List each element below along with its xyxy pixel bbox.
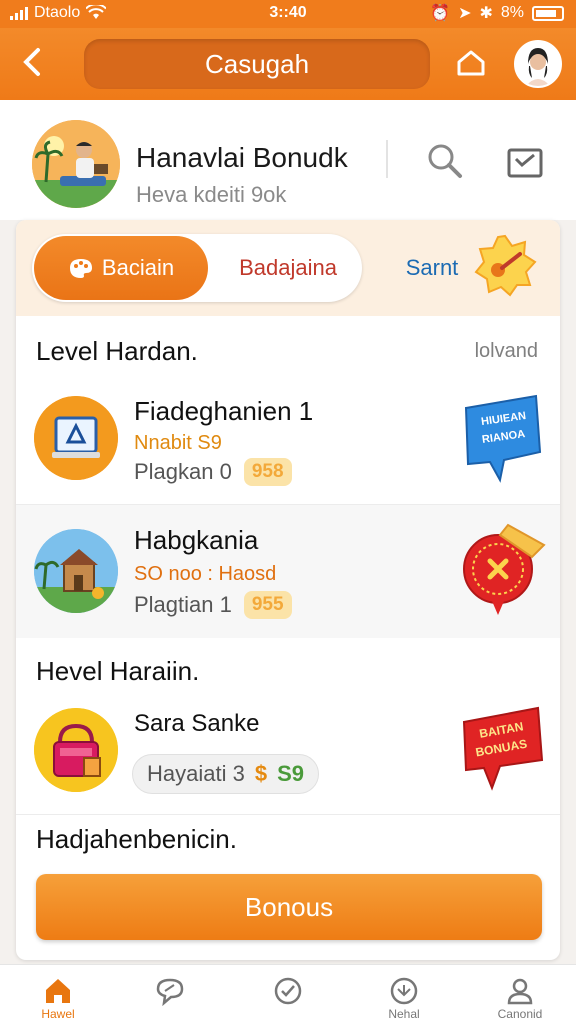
app-header: Casugah [0, 28, 576, 100]
profile-picture[interactable] [32, 120, 120, 208]
row-icon [34, 529, 118, 613]
user-avatar-image [516, 42, 560, 86]
money-value: S9 [277, 761, 305, 786]
tab-label: Sarnt [405, 255, 459, 280]
tablet-icon [34, 396, 118, 480]
sticker-badge-bonus: BAITAN BONUAS [462, 706, 544, 791]
row-subtitle: SO noo : Haosd [134, 563, 277, 585]
check-circle-icon [274, 977, 302, 1005]
nav-label: Hawel [41, 1007, 75, 1021]
tab-bar: Baciain Badajaina Sarnt [16, 220, 560, 316]
rewards-card: Baciain Badajaina Sarnt Level Hardan. lo… [16, 220, 560, 960]
nav-item-chat[interactable] [120, 965, 220, 1024]
list-item[interactable]: Habgkania SO noo : Haosd Plagtian 1 955 [16, 504, 560, 638]
row-icon [34, 708, 118, 792]
row-meta-label: Plagkan 0 [134, 459, 232, 484]
alarm-icon: ⏰ [430, 5, 451, 22]
sticker-badge-red [463, 523, 546, 615]
chevron-left-icon [23, 48, 40, 76]
nav-label: Canonid [497, 1007, 543, 1021]
location-icon: ➤ [458, 5, 472, 22]
battery-icon [532, 5, 564, 21]
house-scene-icon [34, 529, 118, 613]
back-button[interactable] [12, 42, 52, 82]
section-link-level[interactable]: lolvand [475, 340, 538, 363]
row-title: Sara Sanke [134, 710, 260, 737]
palette-icon [69, 259, 92, 278]
tab-sarnt[interactable]: Sarnt [392, 236, 472, 300]
gift-icon [390, 977, 418, 1005]
nav-item-home[interactable]: Hawel [8, 965, 108, 1024]
nav-item-check[interactable] [238, 965, 338, 1024]
row-meta-label: Plagtian 1 [134, 592, 232, 617]
profile-illustration [32, 120, 120, 208]
divider [386, 140, 388, 178]
starburst-icon [474, 234, 537, 297]
row-meta-pill: Hayaiati 3 $ S9 [132, 754, 320, 794]
row-meta: Plagkan 0 958 [134, 458, 292, 486]
money-symbol: $ [254, 761, 268, 786]
row-icon [34, 396, 118, 480]
divider [16, 814, 560, 816]
nav-label: Nehal [388, 1007, 420, 1021]
points-badge: 958 [243, 458, 292, 486]
nav-item-nehal[interactable]: Nehal [354, 965, 454, 1024]
tab-baciain[interactable]: Baciain [34, 236, 208, 300]
bonus-button[interactable]: Bonous [36, 874, 542, 940]
list-item[interactable]: Fiadeghanien 1 Nnabit S9 Plagkan 0 958 H… [16, 376, 560, 504]
scan-icon [507, 148, 543, 178]
profile-subtitle: Heva kdeiti 9ok [136, 182, 287, 207]
search-icon [428, 144, 462, 178]
status-bar: Dtaolo 3::40 ⏰ ➤ ✱ 8% [0, 0, 576, 28]
avatar[interactable] [514, 40, 562, 88]
home-icon [457, 50, 485, 76]
profile-section: Hanavlai Bonudk Heva kdeiti 9ok [0, 100, 576, 220]
bonus-burst-icon[interactable] [472, 232, 538, 298]
tab-label: Badajaina [239, 255, 337, 280]
chat-icon [156, 978, 184, 1007]
header-title: Casugah [84, 39, 430, 89]
search-button[interactable] [424, 140, 466, 182]
tab-label: Baciain [101, 255, 175, 280]
row-subtitle: Nnabit S9 [134, 432, 222, 454]
list-item[interactable]: Sara Sanke Hayaiati 3 $ S9 BAITAN BONUAS [16, 696, 560, 814]
profile-name: Hanavlai Bonudk [136, 142, 348, 173]
nav-item-canonid[interactable]: Canonid [470, 965, 570, 1024]
profile-icon [507, 978, 533, 1005]
section-title-hevel: Hevel Haraiin. [36, 656, 200, 686]
sticker-badge-blue: HIUIEAN RIANOA [464, 394, 542, 483]
row-meta-label: Hayaiati 3 [147, 761, 245, 786]
scan-button[interactable] [504, 142, 546, 184]
tab-badajaina[interactable]: Badajaina [216, 236, 360, 300]
points-badge: 955 [243, 591, 292, 619]
section-title-level: Level Hardan. [36, 336, 198, 366]
bluetooth-icon: ✱ [479, 5, 493, 22]
home-button[interactable] [452, 44, 490, 82]
home-icon [46, 979, 70, 1003]
row-title: Habgkania [134, 525, 259, 555]
battery-percent: 8% [500, 4, 524, 21]
row-meta: Plagtian 1 955 [134, 591, 292, 619]
status-right: ⏰ ➤ ✱ 8% [430, 3, 564, 23]
section-title-footer: Hadjahenbenicin. [36, 824, 237, 854]
bottom-nav: Hawel Nehal Canonid [0, 964, 576, 1024]
row-title: Fiadeghanien 1 [134, 396, 314, 426]
shopping-bag-icon [34, 708, 118, 792]
